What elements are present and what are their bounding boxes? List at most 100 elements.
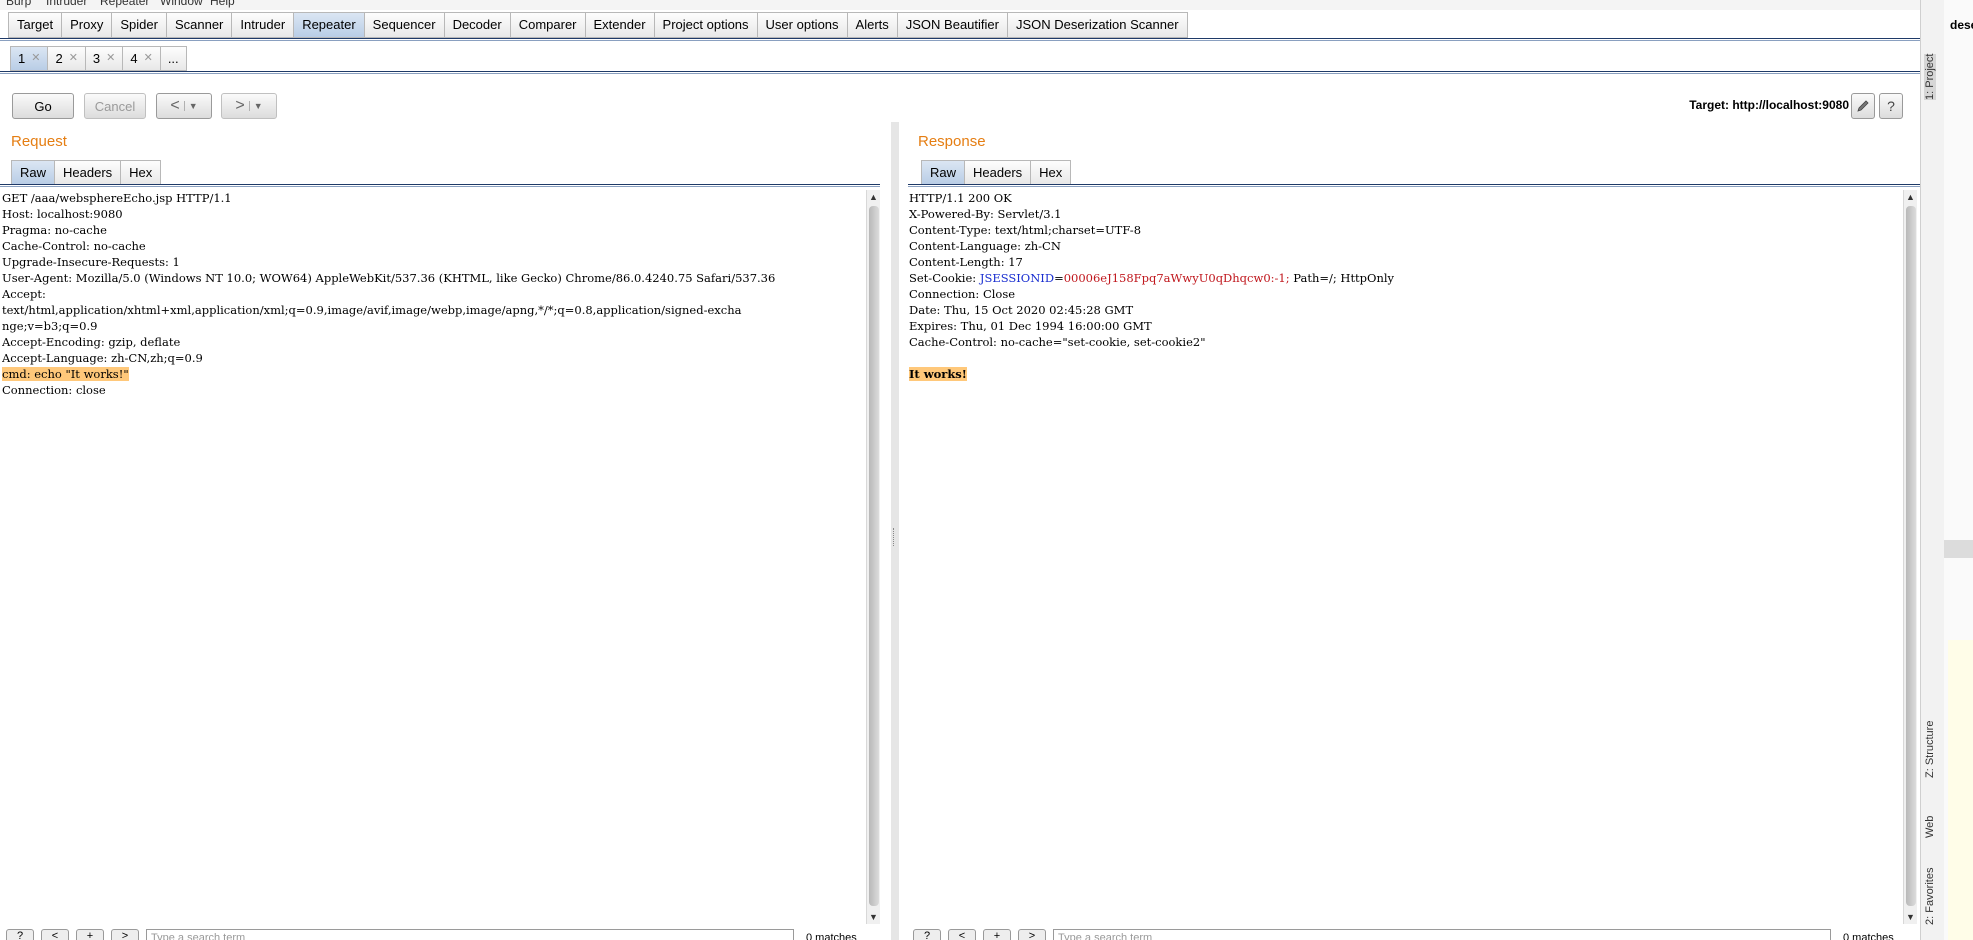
response-editor[interactable]: HTTP/1.1 200 OK X-Powered-By: Servlet/3.1… (909, 190, 1903, 922)
response-search-bar: ? < + > Type a search term 0 matches (913, 928, 1894, 940)
menu-item-help[interactable]: Help (210, 0, 235, 8)
tab-target[interactable]: Target (8, 12, 62, 38)
ide-tab-label[interactable]: dese (1950, 18, 1973, 32)
request-line: Accept-Language: zh-CN,zh;q=0.9 (2, 351, 203, 365)
scroll-down-icon[interactable]: ▼ (1906, 912, 1915, 922)
tab-json-deserization-scanner[interactable]: JSON Deserization Scanner (1006, 12, 1188, 38)
response-line: X-Powered-By: Servlet/3.1 (909, 207, 1062, 221)
request-editor[interactable]: GET /aaa/websphereEcho.jsp HTTP/1.1 Host:… (2, 190, 866, 922)
highlighted-cmd-header: cmd: echo "It works!" (2, 367, 129, 381)
request-tab-raw[interactable]: Raw (11, 160, 55, 185)
menu-item-repeater[interactable]: Repeater (100, 0, 149, 8)
close-icon[interactable]: ✕ (106, 47, 115, 70)
search-next-button[interactable]: > (1018, 929, 1046, 940)
request-search-bar: ? < + > Type a search term 0 matches (6, 928, 857, 940)
ide-project-tab[interactable]: 1: Project (1924, 53, 1936, 100)
repeater-tab-1[interactable]: 1 ✕ (10, 46, 48, 71)
search-help-button[interactable]: ? (6, 929, 34, 940)
back-button[interactable]: < ▼ (156, 93, 212, 119)
edit-target-button[interactable] (1851, 93, 1875, 119)
chevron-down-icon[interactable]: ▼ (248, 101, 263, 111)
request-tab-headers[interactable]: Headers (54, 160, 121, 185)
response-line: Content-Type: text/html;charset=UTF-8 (909, 223, 1142, 237)
search-prev-button[interactable]: < (948, 929, 976, 940)
repeater-tab-label: 1 (18, 51, 26, 66)
response-line: Cache-Control: no-cache="set-cookie, set… (909, 335, 1206, 349)
close-icon[interactable]: ✕ (69, 47, 78, 70)
close-icon[interactable]: ✕ (31, 47, 40, 70)
chevron-down-icon[interactable]: ▼ (183, 101, 198, 111)
tab-extender[interactable]: Extender (584, 12, 654, 38)
match-count: 0 matches (1843, 932, 1894, 940)
tab-sequencer[interactable]: Sequencer (363, 12, 444, 38)
request-line: Cache-Control: no-cache (2, 239, 146, 253)
request-line: Accept: (2, 287, 46, 301)
ide-structure-tab[interactable]: Z: Structure (1924, 721, 1936, 778)
ide-favorites-tab[interactable]: 2: Favorites (1924, 868, 1936, 925)
response-line: Content-Language: zh-CN (909, 239, 1061, 253)
tab-json-beautifier[interactable]: JSON Beautifier (896, 12, 1007, 38)
menu-item-intruder[interactable]: Intruder (46, 0, 87, 8)
request-view-tabs: Raw Headers Hex (11, 160, 162, 185)
tab-project-options[interactable]: Project options (653, 12, 757, 38)
response-line: HTTP/1.1 200 OK (909, 191, 1012, 205)
scroll-thumb[interactable] (1906, 206, 1916, 906)
cookie-eq: = (1054, 271, 1064, 285)
response-tab-headers[interactable]: Headers (964, 160, 1031, 185)
tab-divider (0, 38, 1920, 41)
tab-alerts[interactable]: Alerts (846, 12, 897, 38)
search-prev-button[interactable]: < (41, 929, 69, 940)
tab-comparer[interactable]: Comparer (509, 12, 585, 38)
close-icon[interactable]: ✕ (144, 47, 153, 70)
scroll-up-icon[interactable]: ▲ (1906, 192, 1915, 202)
tab-scanner[interactable]: Scanner (165, 12, 232, 38)
menu-item-window[interactable]: Window (160, 0, 203, 8)
request-line: Accept-Encoding: gzip, deflate (2, 335, 181, 349)
search-next-button[interactable]: > (111, 929, 139, 940)
tab-decoder[interactable]: Decoder (443, 12, 510, 38)
tab-proxy[interactable]: Proxy (61, 12, 112, 38)
request-tab-hex[interactable]: Hex (120, 160, 162, 185)
pencil-icon (1857, 100, 1869, 112)
scroll-thumb[interactable] (869, 206, 879, 906)
search-input[interactable]: Type a search term (1053, 929, 1831, 940)
response-line: Expires: Thu, 01 Dec 1994 16:00:00 GMT (909, 319, 1152, 333)
ide-tool-strip: 1: Project Z: Structure Web 2: Favorites (1920, 0, 1944, 940)
menu-item-burp[interactable]: Burp (6, 0, 31, 8)
repeater-tab-4[interactable]: 4 ✕ (122, 46, 160, 71)
repeater-tab-2[interactable]: 2 ✕ (47, 46, 85, 71)
repeater-tab-3[interactable]: 3 ✕ (84, 46, 123, 71)
tab-repeater[interactable]: Repeater (293, 12, 364, 38)
repeater-tab-new[interactable]: ... (159, 46, 187, 71)
tool-tabs: Target Proxy Spider Scanner Intruder Rep… (8, 12, 1188, 40)
chevron-left-icon: < (170, 97, 180, 114)
response-tab-hex[interactable]: Hex (1030, 160, 1072, 185)
request-line: text/html,application/xhtml+xml,applicat… (2, 303, 742, 317)
scroll-down-icon[interactable]: ▼ (869, 912, 878, 922)
target-label: Target: http://localhost:9080 (1689, 98, 1849, 112)
request-scrollbar[interactable]: ▲ ▼ (866, 190, 880, 924)
response-tab-raw[interactable]: Raw (921, 160, 965, 185)
response-body-line: It works! (909, 366, 1903, 382)
scroll-up-icon[interactable]: ▲ (869, 192, 878, 202)
tab-spider[interactable]: Spider (111, 12, 166, 38)
cookie-prefix: Set-Cookie: (909, 271, 980, 285)
cancel-button[interactable]: Cancel (84, 93, 146, 119)
search-add-button[interactable]: + (76, 929, 104, 940)
search-input[interactable]: Type a search term (146, 929, 794, 940)
search-help-button[interactable]: ? (913, 929, 941, 940)
splitter-grip[interactable] (893, 528, 896, 546)
response-scrollbar[interactable]: ▲ ▼ (1903, 190, 1917, 924)
request-line: GET /aaa/websphereEcho.jsp HTTP/1.1 (2, 191, 232, 205)
match-count: 0 matches (806, 932, 857, 940)
tab-user-options[interactable]: User options (756, 12, 847, 38)
ide-web-tab[interactable]: Web (1924, 816, 1936, 838)
tab-intruder[interactable]: Intruder (231, 12, 294, 38)
response-title: Response (918, 133, 986, 150)
forward-button[interactable]: > ▼ (221, 93, 277, 119)
ide-editor-edge (1944, 0, 1973, 940)
search-add-button[interactable]: + (983, 929, 1011, 940)
help-button[interactable]: ? (1879, 93, 1903, 119)
go-button[interactable]: Go (12, 93, 74, 119)
repeater-tab-label: 4 (130, 51, 138, 66)
